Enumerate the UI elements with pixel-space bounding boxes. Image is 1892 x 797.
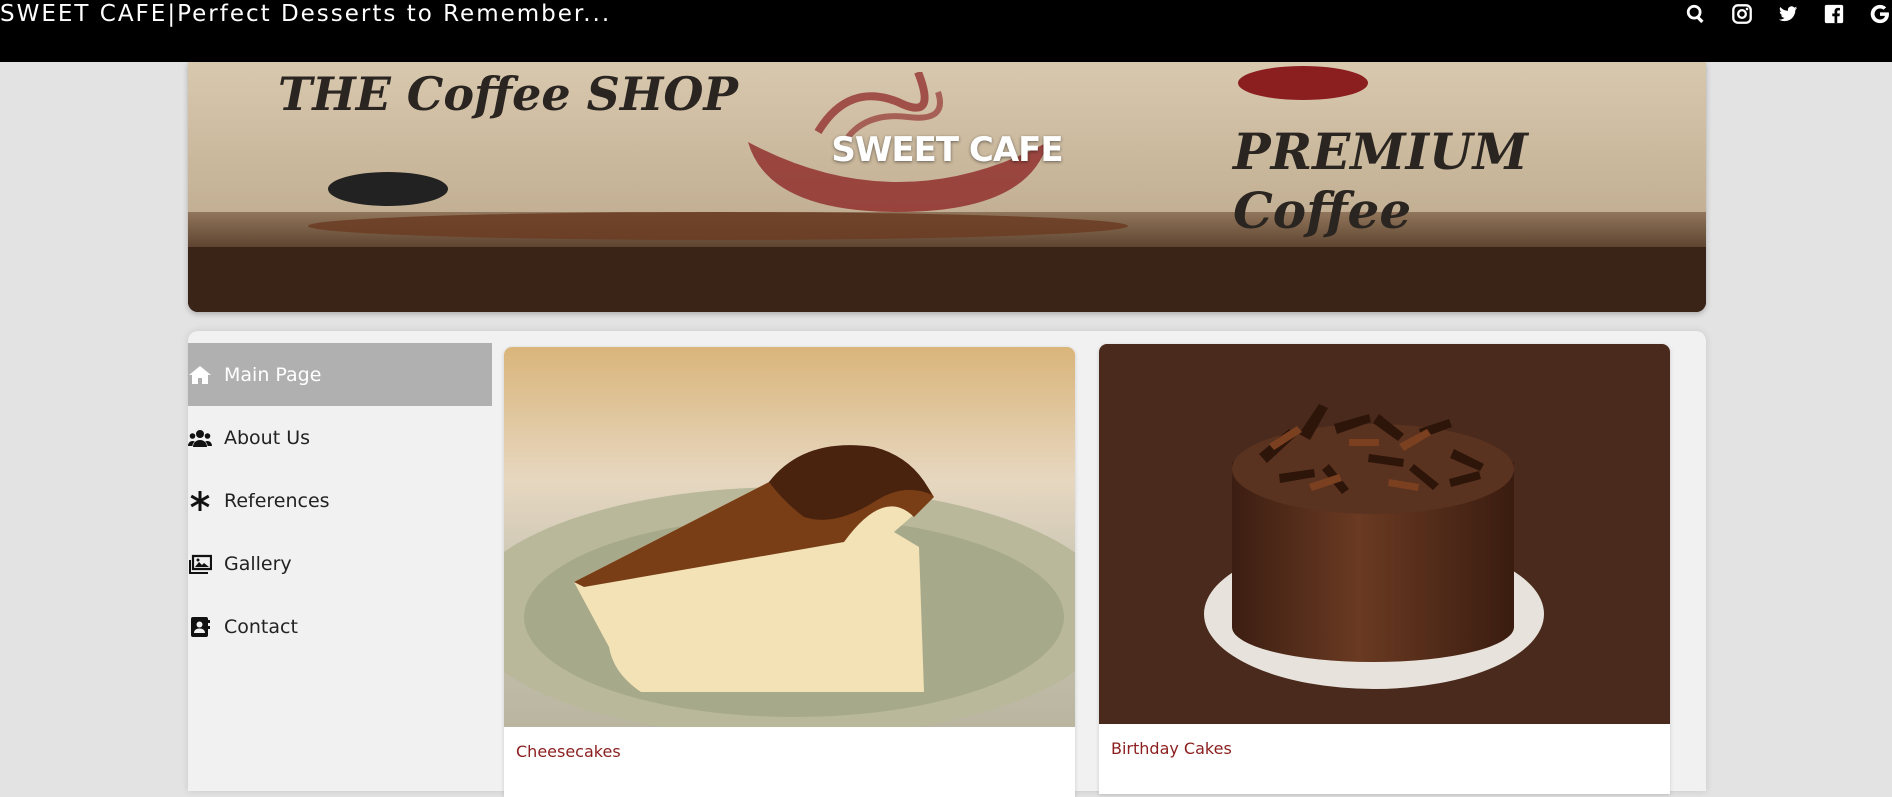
cafe-floor (188, 247, 1706, 312)
card-cheesecakes[interactable]: Cheesecakes (504, 347, 1075, 797)
search-icon[interactable] (1684, 2, 1708, 26)
home-icon (189, 365, 211, 384)
card-birthday-cakes[interactable]: Birthday Cakes (1099, 344, 1670, 794)
cafe-table (308, 212, 1128, 240)
nav-item-label: References (224, 489, 330, 512)
top-bar: SWEET CAFE|Perfect Desserts to Remember.… (0, 0, 1892, 62)
cheesecake-image (504, 347, 1075, 727)
social-icons (1684, 0, 1892, 28)
images-icon (189, 554, 212, 574)
twitter-icon[interactable] (1776, 2, 1800, 26)
nav-item-references[interactable]: References (188, 469, 492, 532)
google-icon[interactable] (1868, 2, 1892, 26)
address-book-icon (191, 616, 210, 637)
users-icon (188, 429, 212, 447)
nav-item-main-page[interactable]: Main Page (188, 343, 492, 406)
card-label[interactable]: Cheesecakes (516, 742, 621, 761)
coffee-shop-logo: THE Coffee SHOP (278, 67, 738, 121)
cheesecake-slice (574, 445, 934, 692)
birthday-cake-image (1099, 344, 1670, 724)
sidebar-nav: Main Page About Us References Gallery Co… (188, 343, 492, 658)
nav-item-label: Main Page (224, 363, 322, 386)
asterisk-icon (190, 490, 210, 511)
nav-item-contact[interactable]: Contact (188, 595, 492, 658)
site-brand[interactable]: SWEET CAFE|Perfect Desserts to Remember.… (0, 0, 611, 28)
cup-badge (1238, 66, 1368, 100)
nav-item-label: Gallery (224, 552, 292, 575)
chocolate-shavings (1259, 404, 1484, 494)
facebook-icon[interactable] (1822, 2, 1846, 26)
hero-banner: THE Coffee SHOP PREMIUM Coffee PRODUCTS … (188, 62, 1706, 312)
card-label[interactable]: Birthday Cakes (1111, 739, 1232, 758)
nav-item-label: Contact (224, 615, 298, 638)
cup-badge-dark (328, 172, 448, 206)
nav-item-label: About Us (224, 426, 311, 449)
content-panel: Main Page About Us References Gallery Co… (188, 331, 1706, 797)
hero-title: SWEET CAFE (831, 130, 1063, 170)
nav-item-gallery[interactable]: Gallery (188, 532, 492, 595)
instagram-icon[interactable] (1730, 2, 1754, 26)
nav-item-about-us[interactable]: About Us (188, 406, 492, 469)
